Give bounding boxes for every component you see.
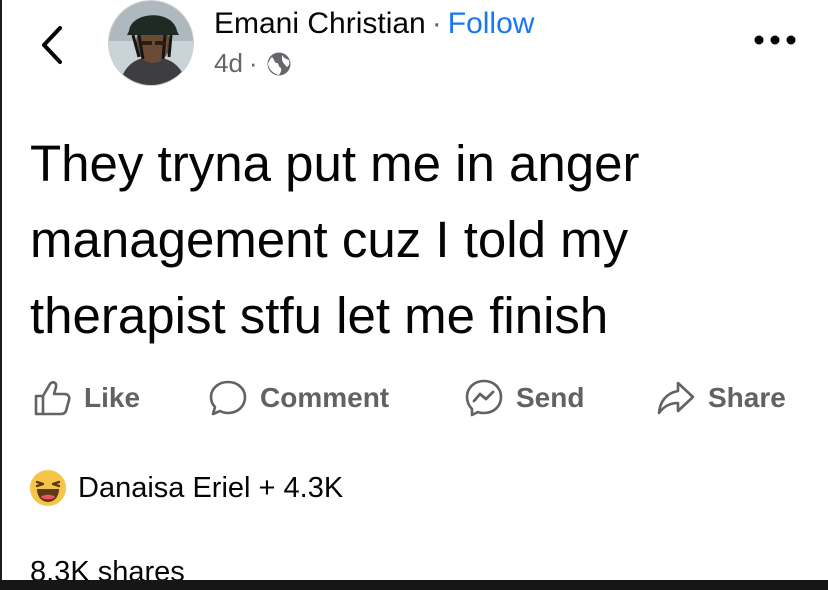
comment-bubble-icon <box>209 380 247 416</box>
post-body: They tryna put me in anger management cu… <box>30 126 800 354</box>
meta-separator: · <box>248 48 258 78</box>
author-avatar[interactable] <box>108 0 194 86</box>
post-text-line: They tryna put me in anger <box>30 135 640 192</box>
post-text-line: therapist stfu let me finish <box>30 287 609 344</box>
messenger-icon <box>465 379 503 417</box>
share-button[interactable]: Share <box>656 372 786 424</box>
image-border-bottom <box>0 580 828 590</box>
like-label: Like <box>84 382 141 413</box>
image-border-left <box>0 0 2 590</box>
share-arrow-icon <box>657 381 695 415</box>
comment-label: Comment <box>260 382 390 413</box>
globe-icon <box>267 52 291 75</box>
author-separator: · <box>431 7 442 40</box>
comment-button[interactable]: Comment <box>208 372 389 424</box>
action-bar: Like Comment Send Share <box>0 372 828 424</box>
post-time[interactable]: 4d <box>214 48 243 79</box>
like-button[interactable]: Like <box>32 372 140 424</box>
author-row: Emani Christian · Follow <box>214 4 534 44</box>
author-name[interactable]: Emani Christian <box>214 7 426 41</box>
send-label: Send <box>516 382 585 413</box>
reactions-text: Danaisa Eriel + 4.3K <box>78 471 344 504</box>
like-thumbs-up-icon <box>34 381 71 416</box>
send-button[interactable]: Send <box>464 372 584 424</box>
follow-button[interactable]: Follow <box>448 7 535 41</box>
more-options-icon[interactable] <box>752 30 798 50</box>
post-meta: 4d · <box>214 48 292 79</box>
reactions-summary[interactable]: Danaisa Eriel + 4.3K <box>28 466 343 510</box>
back-chevron-icon[interactable] <box>36 22 70 68</box>
share-label: Share <box>708 382 786 413</box>
avatar-photo <box>109 1 193 85</box>
post-text-line: management cuz I told my <box>30 211 629 268</box>
haha-emoji-icon <box>30 470 66 506</box>
